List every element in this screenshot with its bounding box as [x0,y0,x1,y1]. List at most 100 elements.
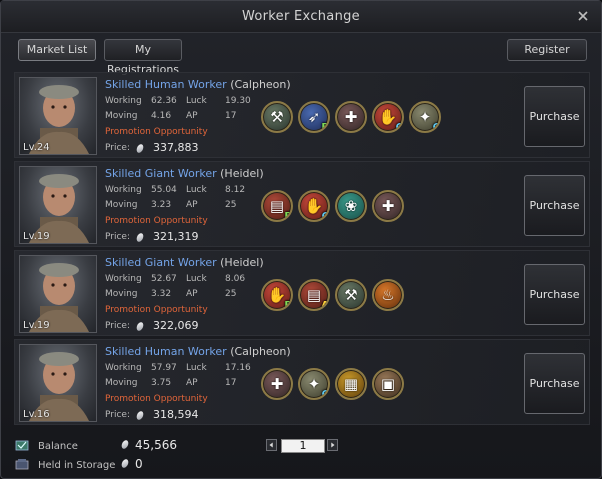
worker-level: Lv.19 [23,320,50,331]
skill-grade: B [321,122,329,133]
sprint-boot-icon[interactable]: ➶ B [298,101,330,133]
hammer-icon[interactable]: ⚒ [261,101,293,133]
price-label: Price: [105,410,130,420]
plank-bundle-icon[interactable]: ▤ B [261,190,293,222]
worker-exchange-window: Worker Exchange Market List My Registrat… [0,0,602,479]
moving-value: 4.16 [151,111,172,121]
worker-name: Skilled Giant Worker (Heidel) [105,167,264,180]
title-bar: Worker Exchange [1,1,601,33]
worker-portrait: Lv.19 [19,255,97,333]
tab-market-list[interactable]: Market List [18,39,96,61]
worker-level: Lv.24 [23,142,50,153]
window-title: Worker Exchange [242,9,360,24]
silver-coin-icon [135,232,145,243]
herb-bundle-icon[interactable]: ❀ [335,190,367,222]
worker-price: 322,069 [153,319,199,332]
moving-value: 3.32 [151,289,172,299]
page-number-input[interactable]: 1 [281,439,325,453]
skill-grade: B [284,300,292,311]
worker-list: Lv.24 Skilled Human Worker (Calpheon) Work… [14,72,590,425]
moving-value: 3.75 [151,378,172,388]
worker-level: Lv.19 [23,231,50,242]
worker-town: (Heidel) [220,167,264,180]
promotion-opportunity: Promotion Opportunity [105,216,208,226]
worker-name: Skilled Human Worker (Calpheon) [105,345,291,358]
plank-bundle-icon[interactable]: ▤ A [298,279,330,311]
worker-portrait: Lv.16 [19,344,97,422]
skill-glyph: ✚ [270,375,284,393]
skill-grade: B [284,211,292,222]
skill-glyph: ✚ [381,197,395,215]
worker-row: Lv.19 Skilled Giant Worker (Heidel) Workin… [14,250,590,336]
promotion-opportunity: Promotion Opportunity [105,305,208,315]
working-value: 57.97 [151,363,177,373]
promotion-opportunity: Promotion Opportunity [105,394,208,404]
treasure-chest-icon[interactable]: ▣ [372,368,404,400]
page-prev-icon[interactable] [266,439,277,451]
skill-glyph: ⚒ [344,286,358,304]
skill-grade: A [321,300,329,311]
skill-glyph: ❀ [344,197,358,215]
working-label: Working [105,274,142,284]
tab-my-registrations[interactable]: My Registrations [104,39,182,76]
worker-name-text: Skilled Human Worker [105,345,227,358]
purchase-button[interactable]: Purchase [524,353,585,414]
working-value: 55.04 [151,185,177,195]
storage-icon [15,459,29,470]
luck-value: 19.30 [225,96,251,106]
luck-label: Luck [186,185,207,195]
skill-grade: C [321,389,329,400]
gold-ingot-icon[interactable]: ▦ [335,368,367,400]
worker-row: Lv.19 Skilled Giant Worker (Heidel) Workin… [14,161,590,247]
worker-vest-icon[interactable]: ✚ [335,101,367,133]
silver-coin-icon [135,143,145,154]
purchase-button[interactable]: Purchase [524,86,585,147]
worker-name: Skilled Human Worker (Calpheon) [105,78,291,91]
worker-town: (Heidel) [220,256,264,269]
ap-value: 17 [225,378,237,388]
worker-price: 337,883 [153,141,199,154]
luck-label: Luck [186,274,207,284]
worker-vest-icon[interactable]: ✚ [372,190,404,222]
skill-grade: C [432,122,440,133]
purchase-button[interactable]: Purchase [524,264,585,325]
purchase-button[interactable]: Purchase [524,175,585,236]
ap-label: AP [186,289,198,299]
silver-coin-icon [120,439,130,450]
sparkle-potion-icon[interactable]: ✦ C [409,101,441,133]
close-icon[interactable] [575,8,591,24]
moving-label: Moving [105,111,138,121]
moving-label: Moving [105,289,138,299]
worker-town: (Calpheon) [230,78,291,91]
worker-portrait: Lv.19 [19,166,97,244]
ap-label: AP [186,111,198,121]
ap-value: 17 [225,111,237,121]
moving-label: Moving [105,200,138,210]
sparkle-potion-icon[interactable]: ✦ C [298,368,330,400]
storage-value: 0 [135,457,143,471]
page-next-icon[interactable] [327,439,338,451]
price-label: Price: [105,232,130,242]
furnace-fire-icon[interactable]: ♨ [372,279,404,311]
register-button[interactable]: Register [507,39,587,61]
worker-portrait: Lv.24 [19,77,97,155]
skill-grade: C [395,122,403,133]
moving-value: 3.23 [151,200,172,210]
silver-coin-icon [120,458,130,469]
worker-level: Lv.16 [23,409,50,420]
worker-name-text: Skilled Human Worker [105,78,227,91]
worker-row: Lv.16 Skilled Human Worker (Calpheon) Work… [14,339,590,425]
ap-label: AP [186,378,198,388]
working-label: Working [105,363,142,373]
skill-glyph: ♨ [381,286,395,304]
silver-coin-icon [135,410,145,421]
price-label: Price: [105,321,130,331]
hand-glove-icon[interactable]: ✋ C [298,190,330,222]
hand-glove-icon[interactable]: ✋ B [261,279,293,311]
worker-town: (Calpheon) [230,345,291,358]
hammer-icon[interactable]: ⚒ [335,279,367,311]
hand-glove-icon[interactable]: ✋ C [372,101,404,133]
worker-price: 321,319 [153,230,199,243]
luck-label: Luck [186,96,207,106]
worker-vest-icon[interactable]: ✚ [261,368,293,400]
